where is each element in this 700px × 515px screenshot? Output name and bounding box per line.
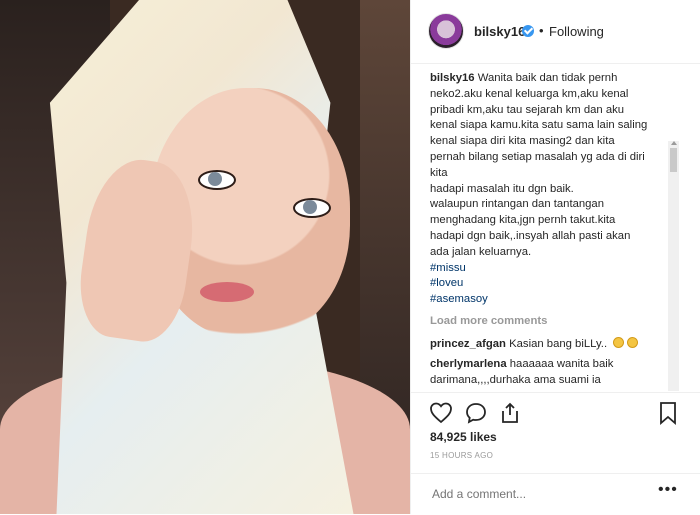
post-username[interactable]: bilsky16 — [474, 24, 525, 39]
comment-text: Kasian bang biLLy.. — [509, 338, 608, 350]
comment-username[interactable]: princez_afgan — [430, 338, 506, 350]
separator-dot: • — [539, 23, 544, 38]
caption-line-1: Wanita baik dan tidak pernh — [477, 72, 618, 84]
crying-face-icon — [613, 337, 625, 348]
avatar[interactable] — [428, 13, 464, 49]
left-iris — [208, 172, 222, 186]
comment-username[interactable]: cherlymarlena — [430, 358, 507, 370]
caption-line-7: kita — [430, 166, 448, 179]
caption-line-8: hadapi masalah itu dgn baik. — [430, 182, 574, 195]
caption-line-5: kenal siapa diri kita masing2 dan kita — [430, 135, 615, 148]
verified-badge-icon — [522, 25, 534, 37]
heart-icon[interactable] — [429, 401, 453, 425]
caption-line-9: walaupun rintangan dan tantangan — [430, 198, 604, 211]
more-options-icon[interactable]: ••• — [658, 481, 678, 499]
add-comment-bar: ••• — [411, 473, 700, 515]
right-iris — [303, 200, 317, 214]
caption-username[interactable]: bilsky16 — [430, 72, 475, 84]
caption-line-12: ada jalan keluarnya. — [430, 245, 532, 258]
comment-item: princez_afgan Kasian bang biLLy.. — [430, 337, 675, 353]
following-button[interactable]: Following — [549, 24, 604, 39]
caption-line-2: neko2.aku kenal keluarga km,aku kenal — [430, 87, 629, 100]
comment-icon[interactable] — [464, 401, 488, 425]
bookmark-icon[interactable] — [657, 401, 679, 425]
hashtag-missu[interactable]: #missu — [430, 261, 682, 277]
instagram-post-modal: bilsky16 • Following bilsky16 Wanita bai… — [0, 0, 700, 514]
caption-line-6: pernah bilang setiap masalah yg ada di d… — [430, 150, 645, 163]
post-photo — [0, 0, 410, 514]
comments-scrollbar[interactable] — [668, 141, 679, 391]
post-header: bilsky16 • Following — [411, 0, 700, 64]
caption: bilsky16 Wanita baik dan tidak pernh nek… — [430, 71, 682, 308]
caption-line-3: pribadi km,aku tau sejarah km dan aku — [430, 103, 625, 116]
caption-line-10: menghadang kita,jgn pernh takut.kita — [430, 214, 616, 227]
share-icon[interactable] — [498, 401, 522, 425]
lips — [200, 282, 254, 302]
hashtag-loveu[interactable]: #loveu — [430, 276, 682, 292]
add-comment-input[interactable] — [430, 484, 634, 504]
scroll-up-arrow-icon[interactable] — [671, 141, 677, 145]
load-more-comments-button[interactable]: Load more comments — [430, 315, 547, 327]
crying-face-icon — [627, 337, 639, 348]
scrollbar-thumb[interactable] — [670, 148, 677, 172]
post-details-panel: bilsky16 • Following bilsky16 Wanita bai… — [410, 0, 700, 514]
caption-line-4: kenal siapa kamu.kita satu sama lain sal… — [430, 119, 648, 132]
likes-count[interactable]: 84,925 likes — [430, 430, 497, 444]
post-actions: 84,925 likes 15 HOURS AGO ••• — [411, 392, 700, 514]
post-timestamp[interactable]: 15 HOURS AGO — [430, 451, 493, 460]
hashtag-asemasoy[interactable]: #asemasoy — [430, 292, 682, 308]
caption-line-11: hadapi dgn baik,.insyah allah pasti akan — [430, 229, 631, 242]
comments-section[interactable]: bilsky16 Wanita baik dan tidak pernh nek… — [411, 65, 683, 391]
comment-item: cherlymarlena haaaaaa wanita baik darima… — [430, 357, 675, 389]
